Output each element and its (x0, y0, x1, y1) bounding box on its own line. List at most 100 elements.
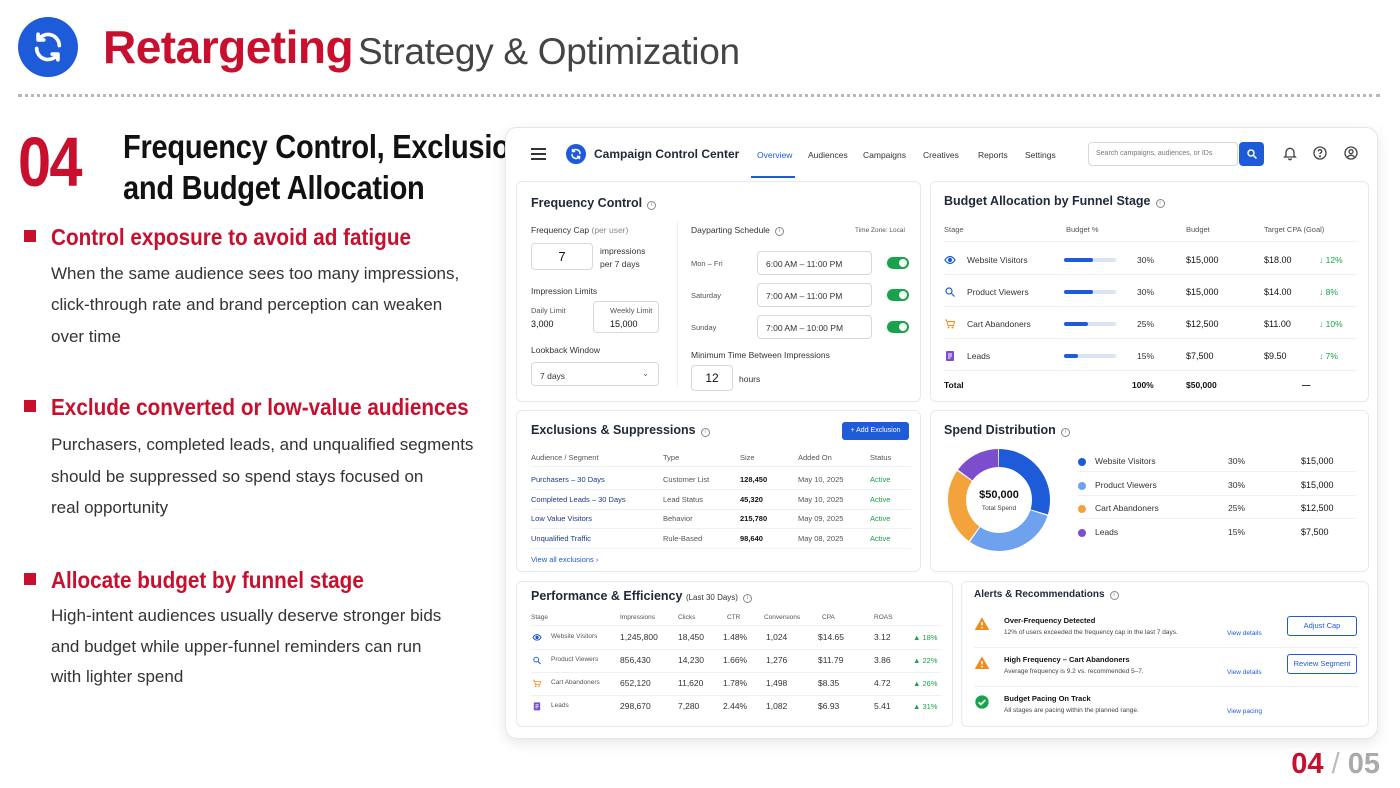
total-budget: $50,000 (1186, 380, 1217, 390)
min-time-input[interactable]: 12 (691, 365, 733, 391)
bullet-marker (24, 230, 36, 242)
cpa-value: $14.65 (818, 632, 844, 642)
view-all-exclusions-link[interactable]: View all exclusions › (531, 555, 598, 564)
schedule-toggle[interactable] (887, 257, 909, 269)
legend-label: Website Visitors (1095, 456, 1156, 466)
alert-action-button[interactable]: Adjust Cap (1287, 616, 1357, 636)
exclusions-title: Exclusions & Suppressions (531, 423, 696, 437)
column-header: Added On (798, 453, 832, 462)
daily-limit-label: Daily Limit (531, 306, 566, 315)
lookback-select[interactable]: 7 days ⌄ (531, 362, 659, 386)
alert-link[interactable]: View details (1227, 669, 1262, 676)
weekly-limit-label: Weekly Limit (610, 306, 653, 315)
exclusion-added: May 08, 2025 (798, 533, 844, 543)
info-icon: i (742, 594, 752, 603)
legend-percent: 25% (1228, 503, 1246, 513)
exclusion-type: Rule-Based (663, 533, 703, 543)
ctr-value: 2.44% (723, 701, 748, 711)
schedule-toggle[interactable] (887, 289, 909, 301)
alert-action-button[interactable]: Review Segment (1287, 654, 1357, 674)
schedule-time-field[interactable]: 7:00 AM – 11:00 PM (757, 283, 872, 307)
cpa-delta: ↓ 7% (1319, 351, 1338, 361)
exclusions-card: Exclusions & Suppressions i + Add Exclusi… (516, 410, 921, 572)
bullet-heading: Exclude converted or low-value audiences (51, 394, 469, 420)
schedule-day: Mon – Fri (691, 259, 723, 268)
search-button[interactable] (1239, 142, 1264, 166)
info-icon: i (774, 227, 784, 236)
lookback-label: Lookback Window (531, 345, 600, 355)
help-icon[interactable] (1312, 145, 1328, 166)
hamburger-menu-icon[interactable] (531, 148, 546, 160)
row-divider (1078, 471, 1356, 472)
exclusion-row[interactable]: Purchasers – 30 Days Customer List 128,450… (517, 473, 922, 489)
weekly-limit-field[interactable]: Weekly Limit 15,000 (593, 301, 659, 333)
exclusion-size: 215,780 (740, 514, 768, 523)
budget-percent-bar (1064, 290, 1116, 294)
cap-hint: (per user) (591, 225, 629, 235)
exclusion-added: May 10, 2025 (798, 494, 844, 504)
tab-audiences[interactable]: Audiences (808, 150, 848, 160)
tab-reports[interactable]: Reports (978, 150, 1008, 160)
page-current: 04 (1291, 748, 1324, 780)
bullet-text: over time (51, 327, 121, 346)
alert-text: 12% of users exceeded the frequency cap … (1004, 629, 1178, 636)
status-badge: Active (870, 514, 891, 523)
page-total: 05 (1347, 748, 1380, 780)
tab-campaigns[interactable]: Campaigns (863, 150, 906, 160)
cart-icon (532, 678, 542, 692)
row-divider (531, 547, 911, 549)
daily-limit-value[interactable]: 3,000 (531, 319, 554, 329)
cap-unit-period: per 7 days (600, 259, 640, 269)
column-divider (677, 222, 678, 387)
warning-icon (974, 655, 990, 676)
eye-icon (532, 632, 542, 646)
exclusion-row[interactable]: Completed Leads – 30 Days Lead Status 45,3… (517, 493, 922, 509)
eye-icon (944, 253, 956, 271)
exclusion-name: Low Value Visitors (531, 514, 593, 523)
dotted-divider (18, 94, 1380, 97)
schedule-toggle[interactable] (887, 321, 909, 333)
bell-icon[interactable] (1282, 145, 1298, 166)
section-heading-line2: and Budget Allocation (123, 169, 425, 206)
column-header: Audience / Segment (531, 453, 599, 462)
card-title: Performance & Efficiency (Last 30 Days) i (531, 589, 752, 603)
chevron-right-icon: › (595, 555, 599, 564)
cpa-delta: ↓ 8% (1319, 287, 1338, 297)
legend-label: Product Viewers (1095, 479, 1157, 490)
exclusion-size: 45,320 (740, 494, 763, 504)
exclusion-row[interactable]: Unqualified Traffic Rule-Based 98,640 May 0… (517, 532, 922, 548)
ctr-value: 1.78% (723, 678, 748, 688)
exclusion-size: 128,450 (740, 475, 768, 484)
legend-swatch (1078, 528, 1086, 537)
info-icon: i (1155, 199, 1165, 208)
info-icon: i (647, 201, 657, 210)
tab-creatives[interactable]: Creatives (923, 150, 959, 160)
performance-row: Leads 298,670 7,280 2.44% 1,082 $6.93 5.41 ▲ 31… (517, 699, 954, 717)
search-input[interactable]: Search campaigns, audiences, or IDs (1088, 142, 1238, 166)
lookback-value: 7 days (540, 371, 566, 381)
bullet-text: click-through rate and brand perception … (51, 295, 443, 314)
alert-title: Budget Pacing On Track (1004, 694, 1091, 703)
alert-title: High Frequency – Cart Abandoners (1004, 655, 1130, 664)
frequency-control-card: Frequency Control i Frequency Cap (per us… (516, 181, 921, 402)
roas-value: 3.86 (874, 655, 891, 665)
frequency-cap-input[interactable]: 7 (531, 243, 593, 270)
schedule-time-field[interactable]: 6:00 AM – 11:00 PM (757, 251, 872, 275)
impressions-value: 652,120 (620, 678, 651, 688)
conversions-value: 1,498 (766, 678, 788, 688)
column-header: ROAS (874, 614, 893, 621)
budget-amount: $7,500 (1186, 351, 1214, 361)
roas-value: 3.12 (874, 632, 891, 642)
total-percent: 100% (1132, 380, 1154, 390)
stage-name: Website Visitors (967, 255, 1028, 265)
column-header: Stage (944, 225, 964, 234)
tab-settings[interactable]: Settings (1025, 150, 1056, 160)
user-avatar-icon[interactable] (1343, 145, 1359, 166)
alert-link[interactable]: View pacing (1227, 708, 1262, 715)
alert-link[interactable]: View details (1227, 630, 1262, 637)
exclusion-row[interactable]: Low Value Visitors Behavior 215,780 May 09,… (517, 512, 922, 528)
exclusion-name: Purchasers – 30 Days (531, 475, 605, 484)
tab-overview[interactable]: Overview (757, 150, 792, 160)
add-exclusion-button[interactable]: + Add Exclusion (842, 422, 909, 440)
schedule-time-field[interactable]: 7:00 AM – 10:00 PM (757, 315, 872, 339)
